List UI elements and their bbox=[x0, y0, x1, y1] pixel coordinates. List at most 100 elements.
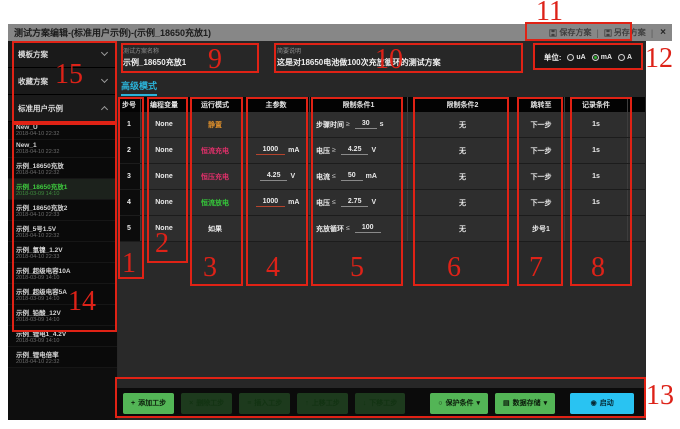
cell-jump[interactable]: 下一步 bbox=[518, 138, 565, 163]
group-label: 收藏方案 bbox=[18, 76, 48, 87]
cell-limit2[interactable]: 无 bbox=[408, 138, 518, 163]
cell-step: 5 bbox=[118, 216, 141, 241]
cell-limit1[interactable]: 充放循环≤100 bbox=[310, 216, 408, 241]
sidebar-group-favorite-plans[interactable]: 收藏方案 bbox=[8, 68, 117, 95]
list-item[interactable]: 示例_锂电倍率2018-04-10 22:32 bbox=[8, 347, 117, 368]
save-plan-label: 保存方案 bbox=[559, 27, 591, 38]
arrow-down-icon: ↓ bbox=[363, 400, 367, 407]
protect-conditions-button[interactable]: ○保护条件▾ bbox=[430, 393, 488, 414]
add-step-button[interactable]: +添加工步 bbox=[123, 393, 174, 414]
cell-variable[interactable]: None bbox=[141, 190, 188, 215]
radio-unit-ua[interactable]: uA bbox=[567, 54, 585, 61]
sidebar-group-template-plans[interactable]: 模板方案 bbox=[8, 41, 117, 68]
cell-param[interactable] bbox=[243, 112, 310, 137]
cell-record[interactable]: 1s bbox=[565, 164, 628, 189]
chevron-down-icon bbox=[101, 49, 108, 56]
plan-name-value[interactable]: 示例_18650充放1 bbox=[123, 55, 255, 72]
radio-icon bbox=[618, 54, 625, 61]
cell-limit2[interactable]: 无 bbox=[408, 216, 518, 241]
plan-desc-value[interactable]: 这是对18650电池做100次充放循环的测试方案 bbox=[277, 55, 520, 72]
list-item[interactable]: 示例_超级电容10A2018-03-09 14:10 bbox=[8, 263, 117, 284]
annotation-label-13: 13 bbox=[646, 382, 674, 410]
table-row[interactable]: 3 None 恒压充电 4.25V 电流≤50mA 无 下一步 1s bbox=[118, 164, 645, 190]
cell-limit1[interactable]: 电流≤50mA bbox=[310, 164, 408, 189]
cell-record[interactable]: 1s bbox=[565, 190, 628, 215]
table-row[interactable]: 2 None 恒流充电 1000mA 电压≥4.25V 无 下一步 1s bbox=[118, 138, 645, 164]
cell-variable[interactable]: None bbox=[141, 138, 188, 163]
cell-limit2[interactable]: 无 bbox=[408, 164, 518, 189]
cell-jump[interactable]: 下一步 bbox=[518, 190, 565, 215]
header-limit1: 限制条件1 bbox=[310, 97, 408, 112]
plan-desc-field[interactable]: 简要说明 这是对18650电池做100次充放循环的测试方案 bbox=[277, 46, 520, 72]
delete-step-button[interactable]: ×删除工步 bbox=[181, 393, 232, 414]
list-item[interactable]: 示例_氢镍_1.2V2018-04-10 22:33 bbox=[8, 242, 117, 263]
cell-mode[interactable]: 恒流充电 bbox=[188, 138, 243, 163]
power-icon: ◉ bbox=[591, 399, 597, 407]
list-item[interactable]: 示例_铅酸_12V2018-03-09 14:10 bbox=[8, 305, 117, 326]
close-icon[interactable]: × bbox=[660, 27, 666, 38]
move-up-button[interactable]: ↑上移工步 bbox=[297, 393, 348, 414]
cell-variable[interactable]: None bbox=[141, 216, 188, 241]
database-icon: ▤ bbox=[503, 399, 510, 407]
move-down-button[interactable]: ↓下移工步 bbox=[355, 393, 406, 414]
list-item[interactable]: New_12018-04-10 22:32 bbox=[8, 140, 117, 158]
plan-name-field[interactable]: 测试方案名称 示例_18650充放1 bbox=[123, 46, 255, 72]
table-row[interactable]: 4 None 恒流放电 1000mA 电压≤2.75V 无 下一步 1s bbox=[118, 190, 645, 216]
list-item[interactable]: 示例_超级电容5A2018-03-09 14:10 bbox=[8, 284, 117, 305]
unit-selector: 单位: uA mA A bbox=[534, 45, 642, 69]
list-item[interactable]: New_U2018-04-10 22:32 bbox=[8, 122, 117, 140]
tab-advanced-mode[interactable]: 高级模式 bbox=[121, 79, 157, 96]
cell-param[interactable] bbox=[243, 216, 310, 241]
cell-param[interactable]: 4.25V bbox=[243, 164, 310, 189]
titlebar-separator: | bbox=[651, 28, 653, 38]
radio-icon bbox=[567, 54, 574, 61]
cell-step: 4 bbox=[118, 190, 141, 215]
cell-mode[interactable]: 如果 bbox=[188, 216, 243, 241]
table-header-row: 步号 编程变量 运行模式 主参数 限制条件1 限制条件2 跳转至 记录条件 bbox=[118, 97, 645, 112]
insert-step-button[interactable]: ≡插入工步 bbox=[239, 393, 290, 414]
cell-record[interactable] bbox=[565, 216, 628, 241]
cell-limit1[interactable]: 步骤时间≥30s bbox=[310, 112, 408, 137]
cell-variable[interactable]: None bbox=[141, 112, 188, 137]
save-as-plan-button[interactable]: 另存方案 bbox=[604, 27, 646, 38]
start-button[interactable]: ◉启动 bbox=[570, 393, 634, 414]
cell-param[interactable]: 1000mA bbox=[243, 138, 310, 163]
list-item[interactable]: 示例_5号1.5V2018-04-10 22:32 bbox=[8, 221, 117, 242]
annotation-label-11: 11 bbox=[536, 0, 563, 26]
cell-limit2[interactable]: 无 bbox=[408, 112, 518, 137]
header-mode: 运行模式 bbox=[188, 97, 243, 112]
cell-record[interactable]: 1s bbox=[565, 138, 628, 163]
table-row[interactable]: 1 None 静置 步骤时间≥30s 无 下一步 1s bbox=[118, 112, 645, 138]
save-as-plan-label: 另存方案 bbox=[614, 27, 646, 38]
cell-jump[interactable]: 下一步 bbox=[518, 164, 565, 189]
cell-jump[interactable]: 步号1 bbox=[518, 216, 565, 241]
plan-desc-label: 简要说明 bbox=[277, 46, 520, 55]
data-storage-button[interactable]: ▤数据存储▾ bbox=[495, 393, 555, 414]
cell-limit2[interactable]: 无 bbox=[408, 190, 518, 215]
cell-mode[interactable]: 静置 bbox=[188, 112, 243, 137]
add-step-icon: + bbox=[131, 400, 135, 407]
radio-unit-ma[interactable]: mA bbox=[592, 54, 612, 61]
list-item[interactable]: 示例_18650充放2018-04-10 22:32 bbox=[8, 158, 117, 179]
cell-step: 1 bbox=[118, 112, 141, 137]
cell-param[interactable]: 1000mA bbox=[243, 190, 310, 215]
cell-variable[interactable]: None bbox=[141, 164, 188, 189]
table-row[interactable]: 5 None 如果 充放循环≤100 无 步号1 bbox=[118, 216, 645, 242]
list-item[interactable]: 示例_锂电1_4.2V2018-03-09 14:10 bbox=[8, 326, 117, 347]
cell-mode[interactable]: 恒流放电 bbox=[188, 190, 243, 215]
cell-jump[interactable]: 下一步 bbox=[518, 112, 565, 137]
table-empty-area bbox=[118, 242, 645, 378]
cell-limit1[interactable]: 电压≤2.75V bbox=[310, 190, 408, 215]
sidebar-group-standard-user-examples[interactable]: 标准用户示例 bbox=[8, 95, 117, 122]
radio-unit-a[interactable]: A bbox=[618, 54, 632, 61]
header-jump: 跳转至 bbox=[518, 97, 565, 112]
cell-record[interactable]: 1s bbox=[565, 112, 628, 137]
save-plan-button[interactable]: 保存方案 bbox=[549, 27, 591, 38]
shield-icon: ○ bbox=[438, 400, 442, 407]
plan-name-label: 测试方案名称 bbox=[123, 46, 255, 55]
list-item[interactable]: 示例_18650充放22018-04-10 22:33 bbox=[8, 200, 117, 221]
list-item-selected[interactable]: 示例_18650充放12018-03-09 14:10 bbox=[8, 179, 117, 200]
cell-filler bbox=[628, 112, 645, 137]
cell-limit1[interactable]: 电压≥4.25V bbox=[310, 138, 408, 163]
cell-mode[interactable]: 恒压充电 bbox=[188, 164, 243, 189]
